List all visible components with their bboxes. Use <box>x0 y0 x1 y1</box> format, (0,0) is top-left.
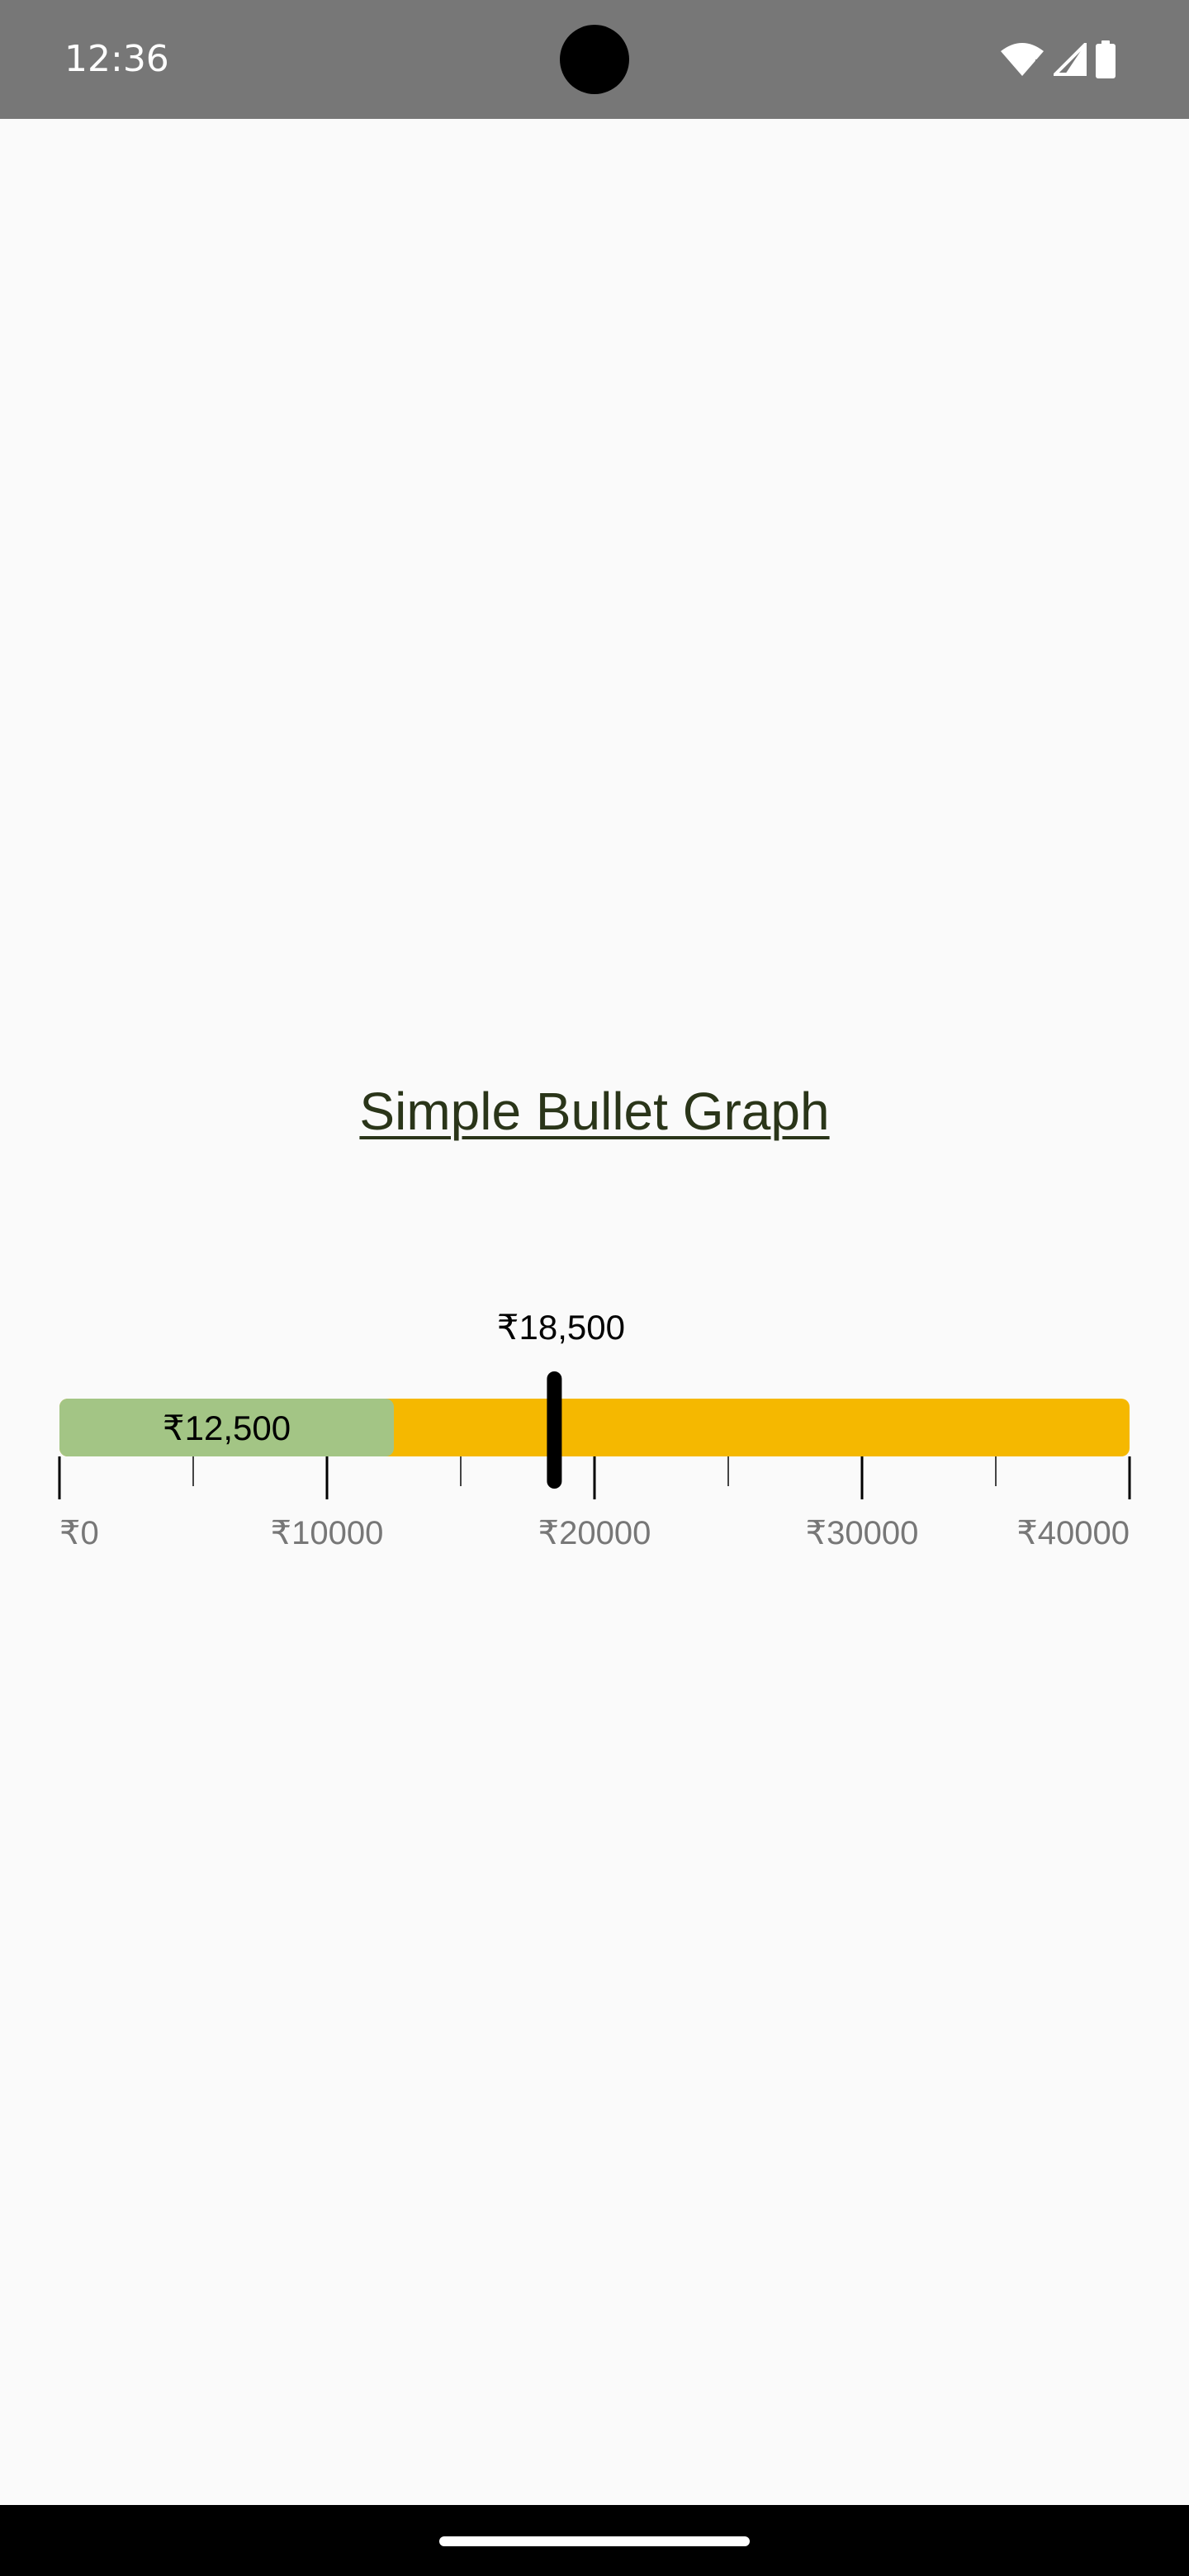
tick-label: ₹0 <box>59 1515 99 1551</box>
navigation-bar <box>0 2505 1189 2576</box>
page-title: Simple Bullet Graph <box>359 1082 830 1141</box>
axis: ₹0 ₹10000 ₹20000 ₹30000 ₹40000 <box>58 1456 1131 1551</box>
tick-label: ₹30000 <box>806 1515 919 1551</box>
status-time: 12:36 <box>64 38 169 80</box>
signal-icon <box>1054 43 1087 76</box>
battery-icon <box>1096 40 1116 78</box>
value-bar-group: ₹12,500 <box>59 1399 394 1456</box>
status-icons <box>999 38 1116 81</box>
camera-cutout <box>560 25 629 94</box>
bullet-graph: ₹12,500 ₹0 ₹10000 ₹20000 ₹30000 ₹40000 ₹18,5… <box>58 1308 1131 1551</box>
tick-label: ₹10000 <box>271 1515 384 1551</box>
tick-label: ₹40000 <box>1016 1515 1130 1551</box>
home-handle[interactable] <box>439 2536 750 2546</box>
status-bar: 12:36 <box>0 0 1189 119</box>
wifi-icon <box>1001 43 1044 76</box>
target-label: ₹18,500 <box>497 1308 625 1347</box>
value-label: ₹12,500 <box>163 1409 291 1447</box>
tick-label: ₹20000 <box>538 1515 651 1551</box>
